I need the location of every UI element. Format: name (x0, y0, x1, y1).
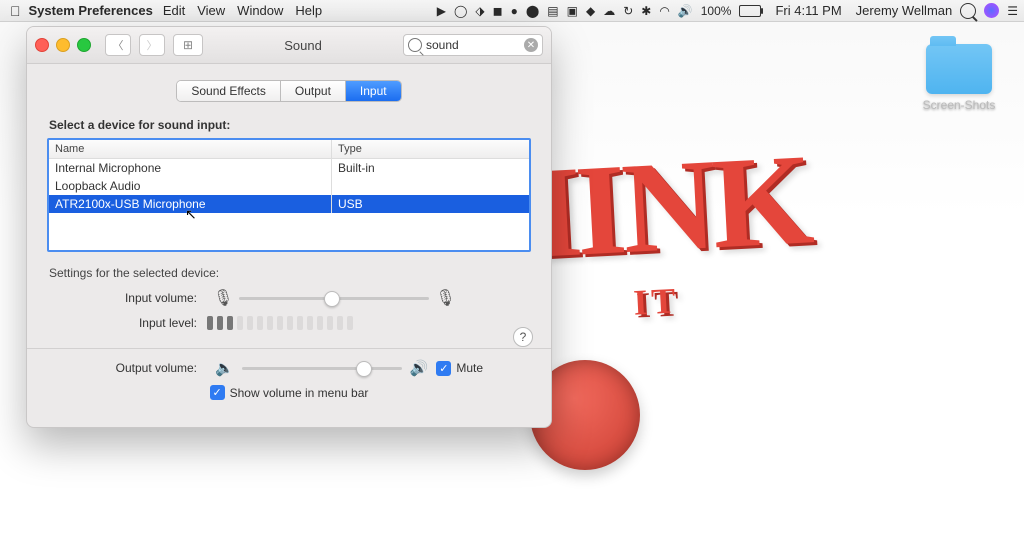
input-volume-slider[interactable] (239, 290, 429, 306)
status-icon[interactable]: ▣ (567, 4, 578, 18)
output-volume-row: Output volume: 🔈 🔊 ✓ Mute (47, 359, 531, 377)
table-row[interactable]: Loopback Audio (49, 177, 529, 195)
tab-sound-effects[interactable]: Sound Effects (177, 81, 281, 101)
speaker-high-icon: 🔊 (410, 359, 429, 377)
folder-label: Screen-Shots (916, 98, 1002, 112)
wifi-icon[interactable]: ◠ (659, 4, 669, 18)
search-icon (408, 38, 422, 52)
table-row[interactable]: Internal Microphone Built-in (49, 159, 529, 177)
input-level-meter (207, 316, 353, 330)
mic-high-icon: 🎙 (435, 288, 455, 308)
bluetooth-icon[interactable]: ✱ (641, 4, 651, 18)
menu-view[interactable]: View (197, 3, 225, 18)
col-type[interactable]: Type (332, 140, 529, 158)
desktop:  System Preferences Edit View Window He… (0, 0, 1024, 541)
status-icon[interactable]: ◯ (454, 4, 467, 18)
status-icon[interactable]: ▤ (547, 4, 558, 18)
mute-label: Mute (456, 361, 483, 375)
back-button[interactable]: 〈 (105, 34, 131, 56)
menubar-clock[interactable]: Fri 4:11 PM (775, 3, 841, 18)
show-volume-row: ✓ Show volume in menu bar (47, 385, 531, 400)
zoom-button[interactable] (77, 38, 91, 52)
menubar-username[interactable]: Jeremy Wellman (856, 3, 953, 18)
system-preferences-window: 〈 〉 ⊞ Sound sound ✕ Sound Effects Output… (26, 26, 552, 428)
sound-tabs: Sound Effects Output Input (176, 80, 401, 102)
search-value: sound (426, 38, 459, 52)
window-controls (35, 38, 91, 52)
time-machine-icon[interactable]: ↻ (623, 4, 633, 18)
desktop-folder-screenshots[interactable]: Screen-Shots (916, 44, 1002, 112)
output-volume-label: Output volume: (47, 361, 207, 375)
table-header: Name Type (49, 140, 529, 159)
input-volume-row: Input volume: 🎙 🎙 (47, 288, 531, 308)
clear-search-icon[interactable]: ✕ (524, 38, 538, 52)
col-name[interactable]: Name (49, 140, 332, 158)
spotlight-icon[interactable] (960, 3, 976, 19)
show-volume-label: Show volume in menu bar (230, 386, 369, 400)
window-title: Sound (211, 38, 395, 53)
forward-button[interactable]: 〉 (139, 34, 165, 56)
show-all-button[interactable]: ⊞ (173, 34, 203, 56)
divider (27, 348, 551, 349)
status-icon[interactable]: ● (511, 4, 518, 18)
folder-icon (926, 44, 992, 94)
input-device-heading: Select a device for sound input: (49, 118, 531, 132)
menu-edit[interactable]: Edit (163, 3, 185, 18)
window-titlebar[interactable]: 〈 〉 ⊞ Sound sound ✕ (27, 27, 551, 64)
menubar:  System Preferences Edit View Window He… (0, 0, 1024, 22)
show-volume-checkbox[interactable]: ✓ (210, 385, 225, 400)
volume-icon[interactable]: 🔊 (678, 4, 693, 18)
help-button[interactable]: ? (513, 327, 533, 347)
siri-icon[interactable] (984, 3, 999, 18)
mic-low-icon: 🎙 (213, 288, 233, 308)
table-row[interactable]: ATR2100x-USB Microphone USB (49, 195, 529, 213)
input-device-table: Name Type Internal Microphone Built-in L… (47, 138, 531, 252)
status-icon[interactable]: ☁ (603, 4, 615, 18)
battery-icon[interactable] (739, 5, 761, 17)
tab-input[interactable]: Input (346, 81, 401, 101)
wallpaper-text-2: IT (632, 272, 815, 323)
status-icon[interactable]: ◼ (493, 4, 503, 18)
output-volume-slider[interactable] (242, 360, 402, 376)
input-level-label: Input level: (47, 316, 207, 330)
menu-window[interactable]: Window (237, 3, 283, 18)
settings-heading: Settings for the selected device: (49, 266, 531, 280)
notification-center-icon[interactable]: ☰ (1007, 4, 1018, 18)
speaker-low-icon: 🔈 (215, 359, 234, 377)
menubar-status-icons: ▶ ◯ ⬗ ◼ ● ⬤ ▤ ▣ ◆ ☁ ↻ ✱ ◠ 🔊 100% Fri 4:1… (437, 3, 1018, 19)
status-icon[interactable]: ◆ (586, 4, 595, 18)
search-field[interactable]: sound ✕ (403, 34, 543, 56)
status-icon[interactable]: ▶ (437, 4, 446, 18)
apple-menu-icon[interactable]:  (10, 3, 21, 19)
tab-output[interactable]: Output (281, 81, 346, 101)
dropbox-icon[interactable]: ⬗ (475, 4, 484, 18)
battery-percent[interactable]: 100% (701, 4, 732, 18)
minimize-button[interactable] (56, 38, 70, 52)
mute-checkbox[interactable]: ✓ (436, 361, 451, 376)
input-volume-label: Input volume: (47, 291, 207, 305)
window-body: Sound Effects Output Input Select a devi… (27, 64, 551, 410)
close-button[interactable] (35, 38, 49, 52)
menu-help[interactable]: Help (295, 3, 322, 18)
app-menu-title[interactable]: System Preferences (29, 3, 153, 18)
status-icon[interactable]: ⬤ (526, 4, 539, 18)
input-level-row: Input level: (47, 316, 531, 330)
